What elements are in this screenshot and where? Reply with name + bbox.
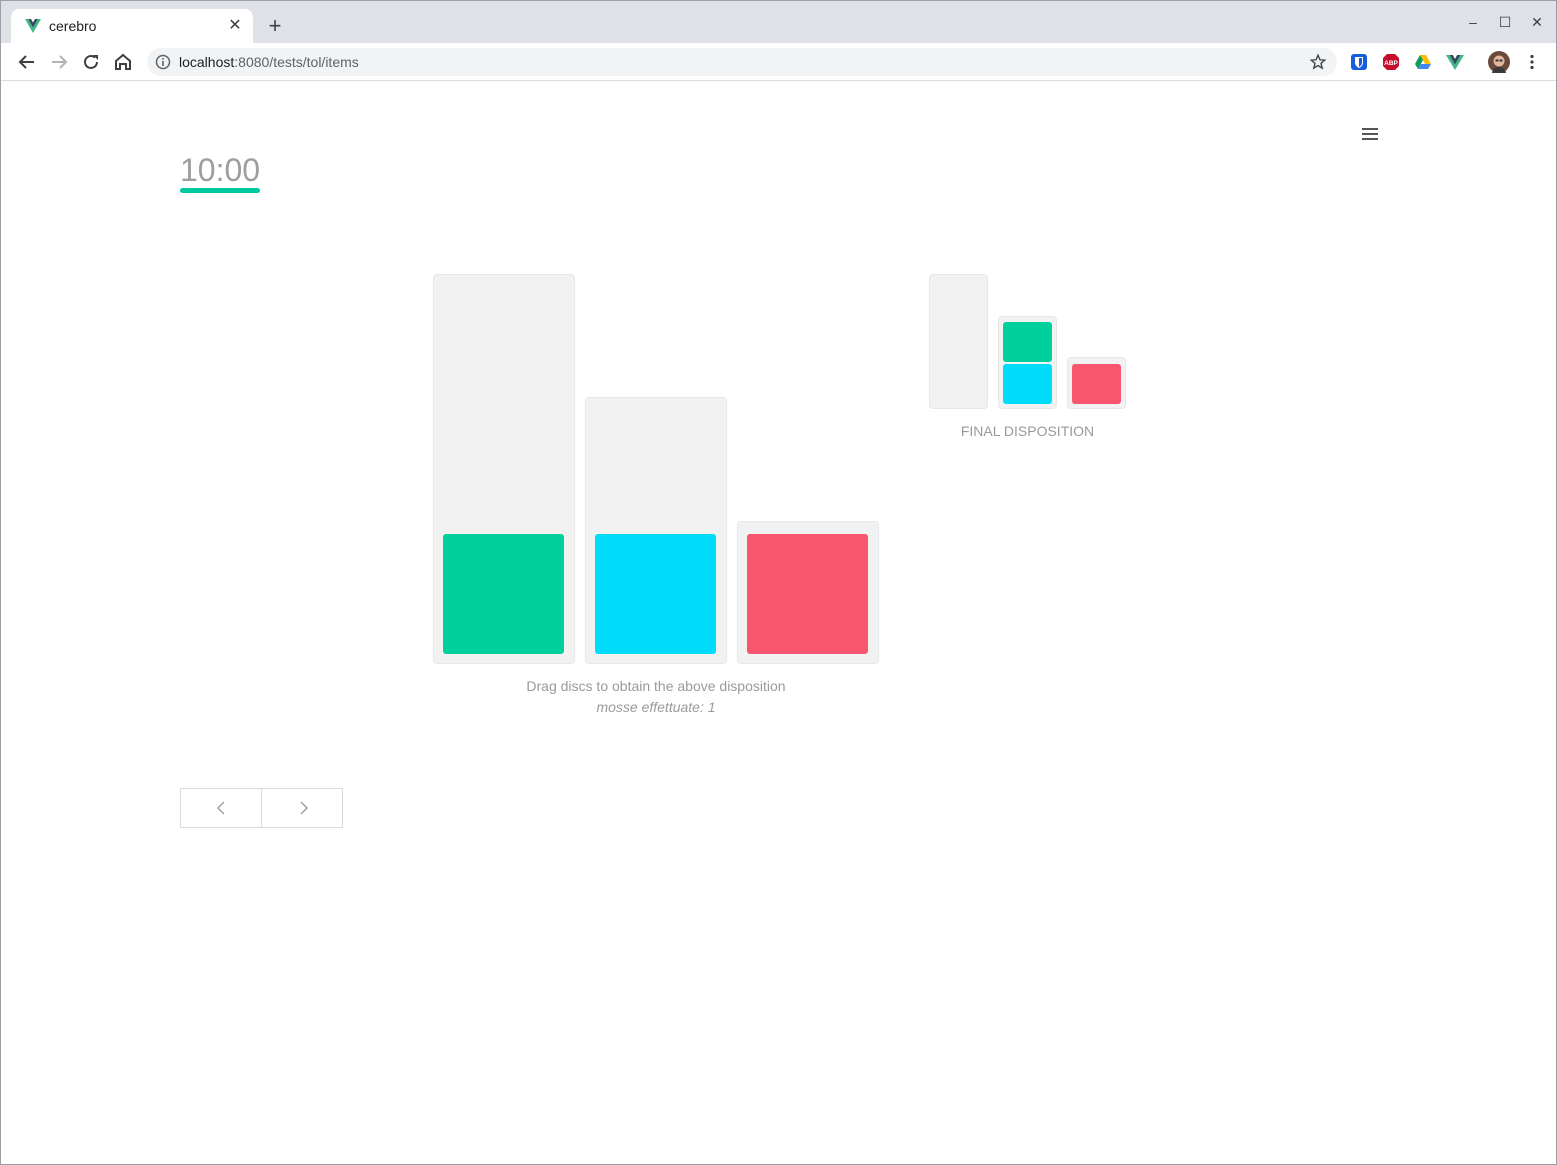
final-peg-1 (929, 274, 988, 409)
instruction-text: Drag discs to obtain the above dispositi… (526, 678, 786, 694)
disc-cyan[interactable] (595, 534, 716, 654)
new-tab-button[interactable]: + (263, 14, 287, 38)
vue-devtools-icon[interactable] (1446, 53, 1464, 71)
pagination (180, 788, 343, 828)
final-disc-red (1072, 364, 1121, 404)
page-content: 10:00 Drag discs to obtain the above dis… (1, 82, 1556, 1164)
address-bar[interactable]: localhost:8080/tests/tol/items (147, 48, 1337, 76)
disc-red[interactable] (747, 534, 868, 654)
kebab-menu-icon[interactable] (1523, 53, 1541, 71)
vue-logo-icon (25, 19, 41, 33)
tab-title: cerebro (49, 18, 97, 34)
final-disposition-label: FINAL DISPOSITION (960, 423, 1095, 439)
minimize-button[interactable]: – (1463, 12, 1483, 32)
timer-progress-bar (180, 188, 260, 193)
google-drive-icon[interactable] (1414, 53, 1432, 71)
chevron-right-icon (300, 801, 308, 815)
profile-avatar[interactable] (1488, 51, 1510, 73)
info-icon[interactable] (155, 54, 171, 70)
final-disc-green (1003, 322, 1052, 362)
next-button[interactable] (262, 789, 343, 827)
reload-icon[interactable] (79, 50, 103, 74)
home-icon[interactable] (111, 50, 135, 74)
timer: 10:00 (180, 152, 261, 188)
url-path: :8080/tests/tol/items (234, 54, 359, 70)
svg-text:ABP: ABP (1384, 60, 1398, 67)
back-arrow-icon[interactable] (15, 50, 39, 74)
disc-green[interactable] (443, 534, 564, 654)
forward-arrow-icon[interactable] (47, 50, 71, 74)
close-window-button[interactable]: ✕ (1527, 12, 1547, 32)
tab-cerebro[interactable]: cerebro ✕ (11, 9, 253, 43)
tab-strip: cerebro ✕ + – ☐ ✕ (1, 1, 1556, 43)
maximize-button[interactable]: ☐ (1495, 12, 1515, 32)
bitwarden-icon[interactable] (1350, 53, 1368, 71)
final-disc-cyan (1003, 364, 1052, 404)
browser-window: cerebro ✕ + – ☐ ✕ localhost:8080/tests/t… (0, 0, 1557, 1165)
browser-toolbar: localhost:8080/tests/tol/items ABP (1, 43, 1556, 81)
url-host: localhost (179, 54, 235, 70)
adblock-plus-icon[interactable]: ABP (1382, 53, 1400, 71)
bookmark-star-icon[interactable] (1309, 53, 1327, 71)
previous-button[interactable] (181, 789, 262, 827)
chevron-left-icon (217, 801, 225, 815)
url-text: localhost:8080/tests/tol/items (179, 54, 359, 70)
tab-close-icon[interactable]: ✕ (225, 16, 245, 36)
moves-counter: mosse effettuate: 1 (596, 699, 716, 715)
hamburger-menu-icon[interactable] (1360, 126, 1380, 142)
